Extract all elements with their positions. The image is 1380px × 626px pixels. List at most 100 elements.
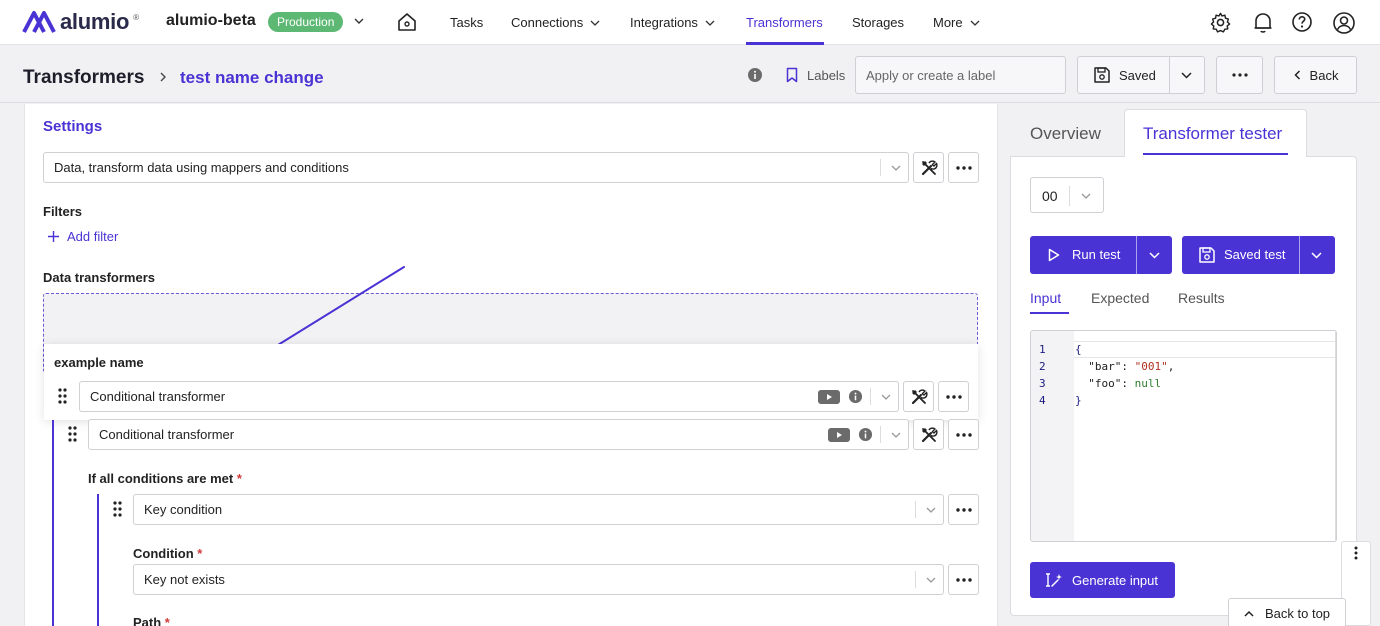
dragging-tools-button[interactable] — [903, 381, 934, 412]
run-test-label: Run test — [1072, 247, 1121, 262]
add-filter-button[interactable]: Add filter — [47, 229, 118, 244]
transformer-type-tools-button[interactable] — [913, 152, 944, 183]
select-divider — [870, 388, 871, 405]
condition-value: Key not exists — [144, 572, 225, 587]
bookmark-icon — [786, 67, 798, 83]
generate-input-button[interactable]: Generate input — [1030, 562, 1175, 598]
tab-overview[interactable]: Overview — [1030, 124, 1101, 144]
subtab-results[interactable]: Results — [1178, 290, 1225, 306]
data-transformers-label: Data transformers — [43, 270, 155, 285]
dragging-transformer-select[interactable]: Conditional transformer — [79, 381, 899, 412]
info-icon[interactable] — [747, 67, 763, 83]
run-test-dropdown-chevron-icon[interactable] — [1148, 250, 1161, 260]
chevron-down-icon — [970, 20, 980, 26]
chevron-down-icon — [926, 577, 936, 583]
play-icon — [1048, 248, 1060, 262]
condition-more-button[interactable] — [948, 564, 979, 595]
transformer-type-more-button[interactable] — [948, 152, 979, 183]
back-to-top-button[interactable]: Back to top — [1228, 598, 1346, 626]
subtab-expected[interactable]: Expected — [1091, 290, 1149, 306]
nav-transformers-label: Transformers — [746, 15, 823, 30]
workspace-name[interactable]: alumio-beta — [166, 12, 256, 30]
help-icon[interactable] — [1291, 11, 1313, 33]
code-line: "bar": "001", — [1075, 360, 1174, 373]
nav-transformers[interactable]: Transformers — [746, 15, 823, 30]
transformer-type-value: Data, transform data using mappers and c… — [54, 160, 349, 175]
nav-more[interactable]: More — [933, 15, 981, 30]
bell-icon[interactable] — [1252, 11, 1274, 34]
key-condition-more-button[interactable] — [948, 494, 979, 525]
more-actions-button[interactable] — [1216, 56, 1263, 94]
conditional-transformer-select[interactable]: Conditional transformer — [88, 419, 909, 450]
info-icon[interactable] — [858, 427, 873, 442]
nav-more-label: More — [933, 15, 963, 30]
label-input[interactable] — [855, 56, 1066, 94]
ellipsis-icon — [945, 394, 962, 399]
ellipsis-icon — [1231, 73, 1248, 77]
nav-tasks-label: Tasks — [450, 15, 484, 30]
back-button[interactable]: Back — [1274, 56, 1357, 94]
user-icon[interactable] — [1332, 11, 1356, 35]
dragging-more-button[interactable] — [938, 381, 969, 412]
path-label: Path * — [133, 615, 170, 626]
home-icon[interactable] — [396, 11, 418, 33]
json-value: "001" — [1134, 360, 1168, 373]
floppy-disk-icon — [1094, 67, 1110, 83]
transformer-type-select[interactable]: Data, transform data using mappers and c… — [43, 152, 909, 183]
saved-split-divider — [1169, 56, 1170, 94]
dragging-item-name: example name — [54, 355, 144, 370]
page-header: Transformers test name change Labels Sav… — [0, 45, 1380, 103]
select-divider — [880, 426, 881, 443]
saved-label: Saved — [1119, 67, 1156, 83]
key-condition-select[interactable]: Key condition — [133, 494, 944, 525]
test-index-value: 00 — [1042, 188, 1058, 204]
plus-icon — [48, 231, 59, 242]
saved-test-button[interactable]: Saved test — [1182, 236, 1335, 274]
json-colon: : — [1121, 377, 1135, 390]
nav-connections[interactable]: Connections — [511, 15, 601, 30]
tools-icon — [911, 388, 928, 404]
select-divider — [1069, 186, 1070, 206]
button-split-divider — [1136, 236, 1137, 274]
chevron-down-icon — [891, 432, 901, 438]
saved-test-label: Saved test — [1224, 247, 1286, 262]
settings-title: Settings — [43, 118, 103, 135]
code-line: } — [1075, 394, 1082, 407]
saved-dropdown-chevron-icon[interactable] — [1180, 70, 1193, 80]
info-icon[interactable] — [848, 389, 863, 404]
line-number: 1 — [1039, 343, 1046, 356]
subtab-input[interactable]: Input — [1030, 290, 1061, 306]
tab-transformer-tester[interactable]: Transformer tester — [1143, 124, 1282, 144]
drag-handle-icon[interactable] — [68, 426, 77, 442]
conditional-more-button[interactable] — [948, 419, 979, 450]
drag-handle-icon[interactable] — [113, 501, 122, 517]
run-test-button[interactable]: Run test — [1030, 236, 1172, 274]
breadcrumb-root[interactable]: Transformers — [23, 67, 144, 89]
conditions-label: If all conditions are met * — [88, 471, 242, 486]
video-play-icon[interactable] — [828, 428, 850, 442]
alumio-logo[interactable]: alumio ® — [22, 9, 139, 35]
conditions-label-text: If all conditions are met — [88, 471, 234, 486]
generate-input-label: Generate input — [1072, 572, 1159, 588]
dragging-transformer-value: Conditional transformer — [90, 389, 226, 404]
nav-integrations[interactable]: Integrations — [630, 15, 716, 30]
settings-gear-icon[interactable] — [1209, 11, 1232, 34]
nav-storages[interactable]: Storages — [852, 15, 904, 30]
condition-select[interactable]: Key not exists — [133, 564, 944, 595]
ellipsis-icon — [955, 165, 972, 170]
chevron-down-icon — [590, 20, 600, 26]
input-code-editor[interactable]: 1 2 3 4 { "bar": "001", "foo": null } — [1030, 330, 1337, 542]
workspace-chevron-down-icon[interactable] — [353, 16, 365, 26]
breadcrumb-current[interactable]: test name change — [180, 68, 324, 88]
drag-handle-icon[interactable] — [58, 388, 67, 404]
conditional-tools-button[interactable] — [913, 419, 944, 450]
video-play-icon[interactable] — [818, 390, 840, 404]
button-split-divider — [1299, 236, 1300, 274]
path-label-text: Path — [133, 615, 162, 626]
test-index-select[interactable]: 00 — [1030, 177, 1104, 213]
chevron-left-icon — [1293, 70, 1300, 80]
nav-tasks[interactable]: Tasks — [450, 15, 483, 30]
saved-test-dropdown-chevron-icon[interactable] — [1310, 250, 1323, 260]
chevron-down-icon — [926, 507, 936, 513]
key-condition-value: Key condition — [144, 502, 223, 517]
